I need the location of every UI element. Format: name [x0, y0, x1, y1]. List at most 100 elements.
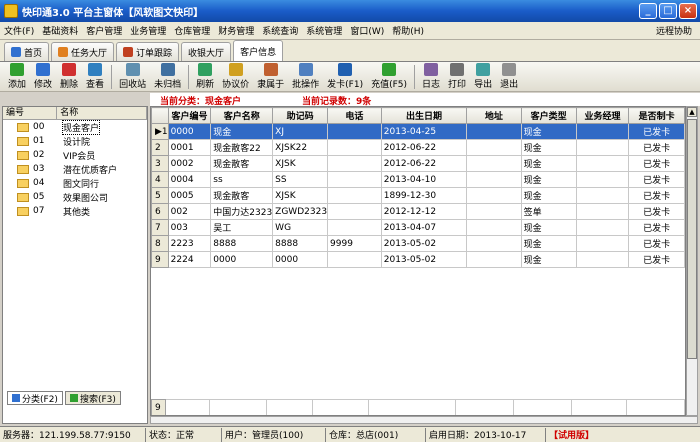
grid-header-4[interactable]: 出生日期 — [380, 107, 468, 124]
menu-item-6[interactable]: 系统查询 — [258, 24, 302, 37]
row-number: 8 — [151, 235, 169, 252]
toolbar-button-7[interactable]: 协议价 — [218, 63, 253, 91]
horizontal-scrollbar[interactable] — [150, 416, 698, 424]
toolbar-button-5[interactable]: 未归档 — [150, 63, 185, 91]
tab-search[interactable]: 搜索(F3) — [64, 391, 121, 405]
toolbar-button-4[interactable]: 回收站 — [115, 63, 150, 91]
menu-item-1[interactable]: 基础资料 — [38, 24, 82, 37]
table-cell — [466, 155, 522, 172]
menu-item-2[interactable]: 客户管理 — [82, 24, 126, 37]
table-cell — [575, 203, 630, 220]
maximize-button[interactable]: □ — [659, 3, 677, 19]
table-row[interactable]: ▶1 0000 现金 XJ 2013-04-25 现金 已发卡 — [151, 123, 685, 140]
category-code: 05 — [33, 192, 45, 202]
toolbar-button-2[interactable]: 删除 — [56, 63, 82, 91]
toolbar-button-1[interactable]: 修改 — [30, 63, 56, 91]
grid-header-1[interactable]: 客户名称 — [210, 107, 274, 124]
toolbar-button-11[interactable]: 充值(F5) — [367, 63, 411, 91]
table-row[interactable]: 4 0004 ss SS 2013-04-10 现金 已发卡 — [151, 171, 685, 188]
menu-item-9[interactable]: 帮助(H) — [388, 24, 428, 37]
menu-item-4[interactable]: 仓库管理 — [170, 24, 214, 37]
tab-category[interactable]: 分类(F2) — [7, 391, 63, 405]
toolbar-button-14[interactable]: 导出 — [470, 63, 496, 91]
category-item[interactable]: 00 现金客户 — [3, 119, 147, 135]
row-number: ▶1 — [151, 123, 169, 140]
menu-item-8[interactable]: 窗口(W) — [346, 24, 388, 37]
table-row[interactable]: 2 0001 现金散客22 XJSK22 2012-06-22 现金 已发卡 — [151, 139, 685, 156]
table-cell: 0001 — [167, 139, 212, 156]
table-cell — [466, 171, 522, 188]
scroll-up-icon[interactable]: ▲ — [687, 107, 697, 117]
toolbar-button-6[interactable]: 刷新 — [192, 63, 218, 91]
status-start-date: 启用日期：2013-10-17 — [426, 427, 546, 442]
toolbar-button-8[interactable]: 隶属于 — [253, 63, 288, 91]
row-number: 2 — [151, 139, 169, 156]
tab-0[interactable]: 首页 — [4, 42, 50, 61]
grid-header-8[interactable]: 是否制卡 — [628, 107, 685, 124]
toolbar-button-13[interactable]: 打印 — [444, 63, 470, 91]
toolbar-button-12[interactable]: 日志 — [418, 63, 444, 91]
tab-3[interactable]: 收银大厅 — [181, 42, 232, 61]
toolbar-label: 发卡(F1) — [327, 80, 364, 90]
toolbar-button-3[interactable]: 查看 — [82, 63, 108, 91]
category-item[interactable]: 01 设计院 — [3, 134, 147, 148]
category-code: 01 — [33, 136, 45, 146]
table-row[interactable]: 9 2224 0000 0000 2013-05-02 现金 已发卡 — [151, 251, 685, 268]
code-header: 编号 — [3, 107, 58, 119]
category-item[interactable]: 04 图文同行 — [3, 176, 147, 190]
toolbar-button-15[interactable]: 退出 — [496, 63, 522, 91]
vertical-scrollbar[interactable]: ▲ — [686, 106, 698, 416]
menu-item-0[interactable]: 文件(F) — [0, 24, 38, 37]
grid-header-7[interactable]: 业务经理 — [575, 107, 630, 124]
tab-2[interactable]: 订单跟踪 — [116, 42, 180, 61]
category-item[interactable]: 03 潜在优质客户 — [3, 162, 147, 176]
row-number: 3 — [151, 155, 169, 172]
minimize-button[interactable]: _ — [639, 3, 657, 19]
grid-header-3[interactable]: 电话 — [327, 107, 382, 124]
close-button[interactable]: × — [679, 3, 697, 19]
table-cell — [575, 251, 630, 268]
toolbar-label: 删除 — [60, 80, 79, 90]
toolbar-button-10[interactable]: 发卡(F1) — [323, 63, 367, 91]
table-cell: 2013-04-10 — [380, 171, 468, 188]
grid-header-2[interactable]: 助记码 — [272, 107, 329, 124]
footer-row-number: 9 — [151, 399, 166, 415]
table-row[interactable]: 7 003 吴工 WG 2013-04-07 现金 已发卡 — [151, 219, 685, 236]
table-row[interactable]: 8 2223 8888 8888 9999 2013-05-02 现金 已发卡 — [151, 235, 685, 252]
menu-item-7[interactable]: 系统管理 — [302, 24, 346, 37]
category-item[interactable]: 05 效果图公司 — [3, 190, 147, 204]
table-row[interactable]: 6 002 中国力达2323 ZGWD2323 2012-12-12 签单 已发卡 — [151, 203, 685, 220]
toolbar-button-0[interactable]: 添加 — [4, 63, 30, 91]
toolbar-label: 日志 — [422, 80, 441, 90]
table-cell — [575, 235, 630, 252]
table-cell: 2013-05-02 — [380, 251, 468, 268]
toolbar-icon — [62, 63, 77, 76]
tab-1[interactable]: 任务大厅 — [51, 42, 115, 61]
grid-header-0[interactable]: 客户编号 — [167, 107, 212, 124]
toolbar-icon — [450, 63, 465, 76]
menu-item-5[interactable]: 财务管理 — [214, 24, 258, 37]
toolbar-icon — [338, 63, 353, 76]
toolbar-label: 批操作 — [292, 80, 320, 90]
grid-header-5[interactable]: 地址 — [466, 107, 522, 124]
table-cell: 0000 — [210, 251, 274, 268]
table-cell: 2224 — [167, 251, 212, 268]
category-header: 编号 名称 — [3, 107, 147, 120]
table-cell: 2013-05-02 — [380, 235, 468, 252]
toolbar-button-9[interactable]: 批操作 — [288, 63, 323, 91]
category-item[interactable]: 07 其他类 — [3, 204, 147, 218]
table-cell: 已发卡 — [628, 123, 685, 140]
table-cell: 8888 — [272, 235, 329, 252]
tab-4[interactable]: 客户信息 — [233, 40, 284, 61]
menu-remote-assist[interactable]: 远程协助 — [652, 24, 700, 37]
table-row[interactable]: 3 0002 现金散客 XJSK 2012-06-22 现金 已发卡 — [151, 155, 685, 172]
grid-header-6[interactable]: 客户类型 — [520, 107, 577, 124]
table-row[interactable]: 5 0005 现金散客 XJSK 1899-12-30 现金 已发卡 — [151, 187, 685, 204]
category-item[interactable]: 02 VIP会员 — [3, 148, 147, 162]
toolbar-icon — [88, 63, 103, 76]
table-cell: 已发卡 — [628, 139, 685, 156]
category-code: 03 — [33, 164, 45, 174]
toolbar-icon — [424, 63, 439, 76]
scroll-thumb[interactable] — [687, 119, 697, 359]
menu-item-3[interactable]: 业务管理 — [126, 24, 170, 37]
